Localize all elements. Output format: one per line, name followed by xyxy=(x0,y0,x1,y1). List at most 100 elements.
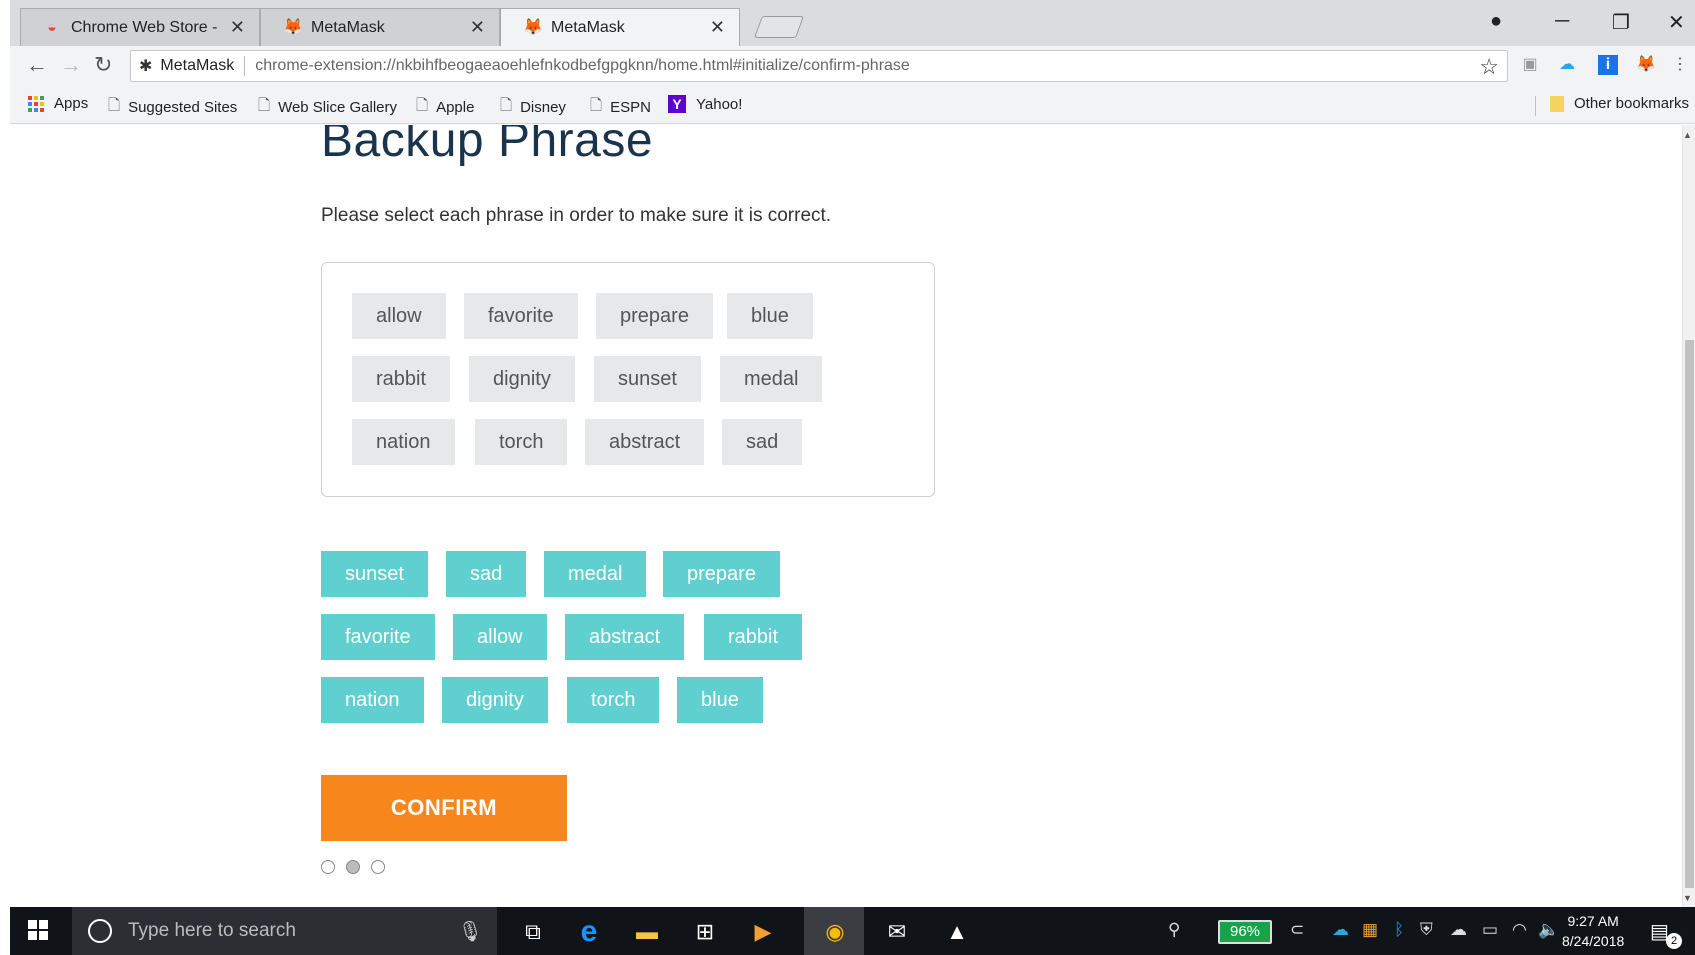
word-button[interactable]: abstract xyxy=(565,614,685,660)
word-button[interactable]: sunset xyxy=(321,551,428,597)
word-button[interactable]: allow xyxy=(453,614,547,660)
notification-count: 2 xyxy=(1666,933,1682,949)
power-icon[interactable]: ▭ xyxy=(1482,920,1498,940)
tab-metamask-2[interactable]: 🦊 MetaMask ✕ xyxy=(500,8,740,46)
reload-icon[interactable]: ↻ xyxy=(94,52,112,78)
address-bar[interactable]: ✱ MetaMask chrome-extension://nkbihfbeog… xyxy=(130,50,1508,82)
info-extension-icon[interactable]: i xyxy=(1598,55,1618,75)
page-icon: 🗋 xyxy=(416,97,429,114)
selected-word-chip[interactable]: prepare xyxy=(596,293,713,339)
word-button[interactable]: blue xyxy=(677,677,763,723)
selected-word-chip[interactable]: sunset xyxy=(594,356,701,402)
microphone-icon[interactable]: 🎙 xyxy=(458,919,483,944)
bookmark-web-slice-gallery[interactable]: 🗋 Web Slice Gallery xyxy=(258,95,397,120)
menu-icon[interactable]: ⋮ xyxy=(1670,55,1690,75)
close-icon[interactable]: ✕ xyxy=(710,17,725,38)
word-button[interactable]: nation xyxy=(321,677,424,723)
url-text[interactable]: chrome-extension://nkbihfbeogaeaoehlefnk… xyxy=(255,57,910,75)
selected-word-chip[interactable]: dignity xyxy=(469,356,575,402)
media-app-icon[interactable]: ▶ xyxy=(748,917,778,947)
bookmark-apple[interactable]: 🗋 Apple xyxy=(416,95,474,120)
battery-indicator[interactable]: 96% xyxy=(1218,920,1272,944)
wifi-icon[interactable]: ◠ xyxy=(1512,920,1527,940)
bookmark-other[interactable]: Other bookmarks xyxy=(1550,95,1689,112)
selected-word-chip[interactable]: favorite xyxy=(464,293,578,339)
tab-chrome-web-store[interactable]: ◒ Chrome Web Store - met ✕ xyxy=(20,8,260,46)
security-icon[interactable]: ⛨ xyxy=(1420,920,1433,940)
pdf-extension-icon[interactable]: ▣ xyxy=(1520,55,1540,75)
page-title: Backup Phrase xyxy=(321,125,654,167)
selected-word-chip[interactable]: nation xyxy=(352,419,455,465)
word-button[interactable]: dignity xyxy=(442,677,548,723)
close-window-icon[interactable]: ✕ xyxy=(1668,10,1685,35)
task-view-icon[interactable]: ⧉ xyxy=(518,917,548,947)
scrollbar-thumb[interactable] xyxy=(1685,340,1694,888)
mail-icon[interactable]: ✉ xyxy=(882,917,912,947)
scroll-up-icon[interactable]: ▲ xyxy=(1683,130,1692,140)
word-button[interactable]: prepare xyxy=(663,551,780,597)
photos-icon[interactable]: ▲ xyxy=(942,917,972,947)
clock-date: 8/24/2018 xyxy=(1562,933,1625,949)
word-button[interactable]: torch xyxy=(567,677,660,723)
volume-icon[interactable]: 🔈 xyxy=(1538,920,1559,940)
selected-word-chip[interactable]: rabbit xyxy=(352,356,451,402)
windows-start-icon[interactable] xyxy=(28,920,48,940)
bluetooth-icon[interactable]: ᛒ xyxy=(1394,920,1404,940)
page-icon: 🗋 xyxy=(590,97,603,114)
word-button[interactable]: rabbit xyxy=(704,614,803,660)
bookmark-label: ESPN xyxy=(610,99,651,116)
step-dot xyxy=(346,860,360,874)
browser-toolbar: ← → ↻ ✱ MetaMask chrome-extension://nkbi… xyxy=(10,46,1695,86)
app-tray-icon[interactable]: ▦ xyxy=(1362,920,1378,940)
profile-icon[interactable]: ● xyxy=(1490,10,1502,33)
selected-word-chip[interactable]: abstract xyxy=(585,419,705,465)
back-icon[interactable]: ← xyxy=(26,52,48,78)
new-tab-button[interactable] xyxy=(753,16,805,38)
scroll-down-icon[interactable]: ▼ xyxy=(1683,893,1692,903)
people-icon[interactable]: ⚲ xyxy=(1168,920,1180,940)
cloud-extension-icon[interactable]: ☁ xyxy=(1557,55,1577,75)
tab-title: MetaMask xyxy=(311,18,385,36)
forward-icon[interactable]: → xyxy=(60,52,82,78)
selected-word-chip[interactable]: allow xyxy=(352,293,446,339)
tab-metamask-1[interactable]: 🦊 MetaMask ✕ xyxy=(260,8,500,46)
tab-title: Chrome Web Store - met xyxy=(71,18,222,36)
selected-word-chip[interactable]: sad xyxy=(722,419,803,465)
apps-grid-icon xyxy=(28,95,44,112)
confirm-button[interactable]: CONFIRM xyxy=(321,775,567,841)
close-icon[interactable]: ✕ xyxy=(230,17,245,38)
selected-word-chip[interactable]: medal xyxy=(720,356,823,402)
bookmark-apps[interactable]: Apps xyxy=(28,95,88,112)
restore-icon[interactable]: ❐ xyxy=(1612,10,1630,35)
chrome-icon[interactable]: ◉ xyxy=(820,917,850,947)
minimize-icon[interactable]: ─ xyxy=(1555,10,1569,33)
device-icon[interactable]: ⊂ xyxy=(1290,920,1304,940)
selected-word-chip[interactable]: blue xyxy=(727,293,813,339)
bookmark-star-icon[interactable]: ☆ xyxy=(1479,54,1499,80)
file-explorer-icon[interactable]: ▬ xyxy=(632,917,662,947)
word-button[interactable]: sad xyxy=(446,551,527,597)
cloud-tray-icon[interactable]: ☁ xyxy=(1332,920,1349,940)
store-icon[interactable]: ⊞ xyxy=(690,917,720,947)
search-placeholder: Type here to search xyxy=(128,920,296,941)
page-content: Backup Phrase Please select each phrase … xyxy=(10,125,1682,907)
word-button[interactable]: medal xyxy=(544,551,647,597)
metamask-fox-icon: 🦊 xyxy=(283,18,303,36)
close-icon[interactable]: ✕ xyxy=(470,17,485,38)
step-dot xyxy=(321,860,335,874)
folder-icon xyxy=(1550,95,1564,112)
bookmark-disney[interactable]: 🗋 Disney xyxy=(500,95,566,120)
word-button[interactable]: favorite xyxy=(321,614,435,660)
edge-icon[interactable]: e xyxy=(574,917,604,947)
onedrive-icon[interactable]: ☁ xyxy=(1450,920,1467,940)
clock[interactable]: 9:27 AM 8/24/2018 xyxy=(1562,911,1624,951)
selected-word-chip[interactable]: torch xyxy=(475,419,568,465)
metamask-extension-icon[interactable]: 🦊 xyxy=(1636,55,1656,75)
bookmark-yahoo[interactable]: Y Yahoo! xyxy=(668,95,742,113)
bookmark-suggested-sites[interactable]: 🗋 Suggested Sites xyxy=(108,95,237,120)
bookmark-espn[interactable]: 🗋 ESPN xyxy=(590,95,651,120)
screen: ◒ Chrome Web Store - met ✕ 🦊 MetaMask ✕ … xyxy=(0,0,1695,955)
bookmark-label: Apple xyxy=(436,99,475,116)
page-icon: 🗋 xyxy=(500,97,513,114)
taskbar-search[interactable]: Type here to search 🎙 xyxy=(72,907,497,955)
